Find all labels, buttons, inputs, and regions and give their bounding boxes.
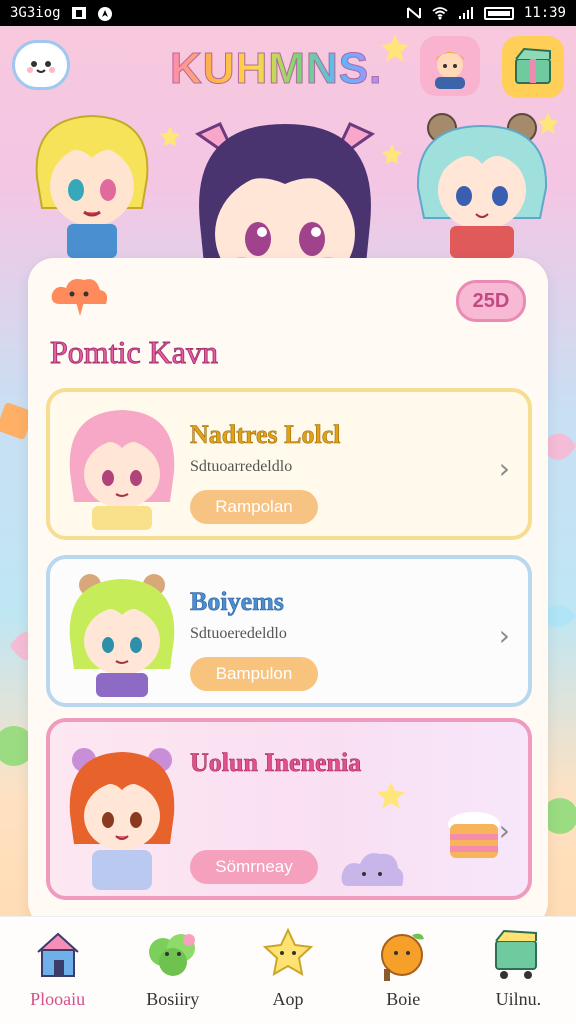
item-subtitle: Sdtuoarredeldlo (190, 458, 293, 475)
item-title: Boiyems (190, 587, 284, 617)
character-teal-bear (406, 108, 558, 258)
nav-item-cart[interactable]: Uilnu. (461, 917, 576, 1024)
fruit-icon (374, 925, 432, 983)
chevron-right-icon[interactable]: › (499, 452, 510, 485)
nav-item-fruit[interactable]: Boie (346, 917, 461, 1024)
list-item[interactable]: Boiyems Sdtuoeredeldlo Bampulon › (46, 555, 532, 707)
item-subtitle: Sdtuoeredeldlo (190, 625, 287, 642)
nav-item-bush[interactable]: Bosiiry (115, 917, 230, 1024)
cloud-icon (50, 274, 110, 326)
signal-icon (458, 6, 474, 20)
nav-label: Uilnu. (495, 989, 542, 1009)
avatar (62, 569, 182, 699)
status-text: 3G3iog (10, 5, 61, 21)
nfc-icon (406, 6, 422, 20)
chevron-right-icon[interactable]: › (499, 814, 510, 847)
avatar-icon[interactable] (420, 36, 480, 96)
item-action-button[interactable]: Sömrneay (190, 850, 318, 884)
app-notification-icon (71, 6, 87, 20)
list-item[interactable]: Uolun Inenenia Sömrneay › (46, 718, 532, 900)
house-icon (29, 925, 87, 983)
bush-icon (144, 925, 202, 983)
status-bar: 3G3iog 11:39 (0, 0, 576, 26)
item-action-button[interactable]: Bampulon (190, 657, 318, 691)
bottom-navigation: Plooaiu Bosiiry Aop Boie Uilnu. (0, 916, 576, 1024)
navigation-icon (97, 6, 113, 21)
count-badge[interactable]: 25D (456, 280, 526, 322)
nav-label: Plooaiu (30, 989, 86, 1009)
cart-icon (489, 925, 547, 983)
card-title: Pomtic Kavn (50, 334, 219, 371)
avatar (62, 732, 182, 902)
item-title: Uolun Inenenia (190, 748, 362, 778)
wifi-icon (432, 6, 448, 20)
app-title: KUHMNS. (169, 44, 383, 94)
item-action-button[interactable]: Rampolan (190, 490, 318, 524)
status-time: 11:39 (523, 5, 566, 21)
star-icon (259, 925, 317, 983)
cloud-face-icon (340, 846, 406, 898)
nav-item-star[interactable]: Aop (230, 917, 345, 1024)
cake-icon (442, 804, 506, 872)
nav-label: Boie (386, 989, 421, 1009)
item-title: Nadtres Lolcl (190, 420, 341, 450)
character-blonde (22, 108, 162, 258)
avatar (62, 402, 182, 532)
chevron-right-icon[interactable]: › (499, 619, 510, 652)
star-decoration-icon (376, 780, 406, 814)
gift-box-icon[interactable] (502, 36, 564, 98)
content-card: 25D Pomtic Kavn Nadtres Lolcl Sdtuoarred… (28, 258, 548, 928)
nav-item-home[interactable]: Plooaiu (0, 917, 115, 1024)
chat-bubble-icon[interactable] (12, 40, 70, 90)
nav-label: Bosiiry (146, 989, 200, 1009)
list-item[interactable]: Nadtres Lolcl Sdtuoarredeldlo Rampolan › (46, 388, 532, 540)
battery-icon (483, 6, 514, 20)
nav-label: Aop (272, 989, 304, 1009)
